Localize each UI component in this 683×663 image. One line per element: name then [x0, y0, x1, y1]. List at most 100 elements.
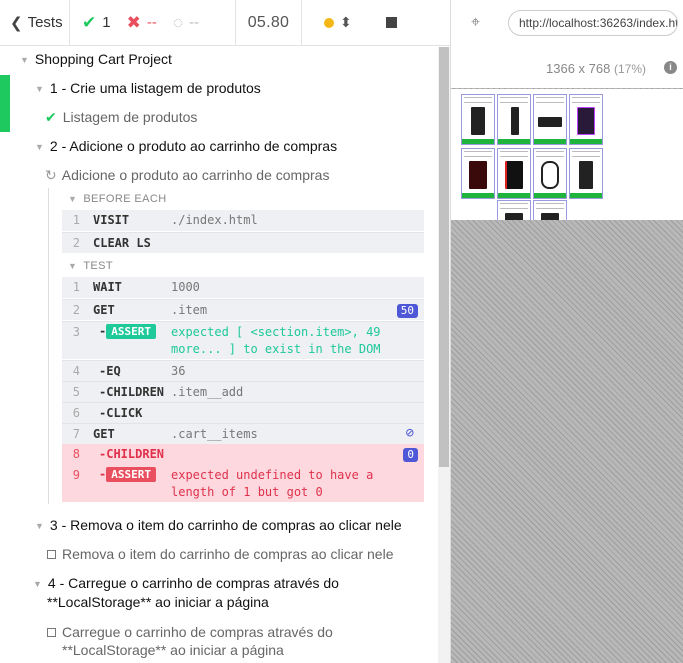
- command-message: expected undefined to have a: [171, 468, 374, 482]
- eye-slash-icon[interactable]: ⊘: [406, 425, 414, 441]
- command-name: -CHILDREN: [99, 385, 165, 399]
- command-row[interactable]: 2 GET .item 50: [62, 299, 424, 320]
- product-card: [461, 148, 495, 199]
- x-icon: ✖: [126, 12, 141, 32]
- command-row[interactable]: 2 CLEAR LS: [62, 232, 424, 253]
- product-card: [497, 148, 531, 199]
- reporter-header: ❮ Tests ✔ 1 ✖ -- ◌ -- 05.80 ⬍: [0, 0, 450, 46]
- command-row-failed[interactable]: 8 -CHILDREN 0: [62, 444, 424, 465]
- aut-panel: ⌖ http://localhost:36263/index.html 1366…: [450, 0, 683, 663]
- command-name: -CHILDREN: [99, 447, 165, 461]
- duration: 05.80: [236, 0, 302, 46]
- test-title: Remova o item do carrinho de compras ao …: [62, 546, 394, 562]
- suite-2[interactable]: ▼ 2 - Adicione o produto ao carrinho de c…: [35, 138, 337, 154]
- commands-rail: [48, 188, 49, 504]
- before-each-hook[interactable]: ▼ BEFORE EACH: [68, 193, 167, 205]
- check-icon: ✔: [82, 12, 97, 32]
- command-number: 7: [72, 427, 80, 441]
- suite-3[interactable]: ▼ 3 - Remova o item do carrinho de compra…: [35, 517, 402, 533]
- test-title: Carregue o carrinho de compras através d…: [62, 624, 333, 640]
- product-card: [569, 94, 603, 145]
- command-name: GET: [93, 427, 115, 441]
- test-4-line2: **LocalStorage** ao iniciar a página: [62, 642, 284, 658]
- root-suite[interactable]: ▼ Shopping Cart Project: [20, 51, 172, 67]
- checkbox-icon: [47, 550, 56, 559]
- reporter-scrollbar-thumb[interactable]: [439, 47, 449, 467]
- info-icon[interactable]: i: [664, 61, 677, 74]
- test-3[interactable]: Remova o item do carrinho de compras ao …: [47, 546, 394, 562]
- updown-arrows-icon[interactable]: ⬍: [340, 14, 352, 31]
- command-number: 1: [72, 213, 80, 227]
- reporter-panel: ❮ Tests ✔ 1 ✖ -- ◌ -- 05.80 ⬍ ▼ Shopping…: [0, 0, 450, 663]
- element-count-badge: 50: [396, 304, 418, 318]
- command-message: more... ] to exist in the DOM: [171, 342, 381, 356]
- command-row[interactable]: 5 -CHILDREN .item__add: [62, 381, 424, 402]
- command-message: .item: [171, 303, 208, 317]
- product-card: [461, 94, 495, 145]
- command-message: ./index.html: [171, 213, 258, 227]
- product-card: [533, 200, 567, 220]
- command-message: 36: [171, 364, 186, 378]
- suite-1[interactable]: ▼ 1 - Crie uma listagem de produtos: [35, 80, 261, 96]
- caret-down-icon: ▼: [20, 55, 29, 66]
- running-dot-icon: [324, 17, 334, 28]
- suite-title: 4 - Carregue o carrinho de compras atrav…: [47, 575, 339, 591]
- checkbox-icon: [47, 628, 56, 637]
- product-card: [533, 94, 567, 145]
- caret-down-icon: ▼: [35, 521, 44, 532]
- failed-stat: ✖ --: [127, 13, 157, 33]
- passed-count: 1: [102, 14, 111, 31]
- assert-tag: ASSERT: [106, 467, 156, 482]
- command-name: GET: [93, 303, 115, 317]
- command-row[interactable]: 6 -CLICK: [62, 402, 424, 423]
- test-4[interactable]: Carregue o carrinho de compras através d…: [47, 624, 333, 640]
- command-row[interactable]: 3 - ASSERT expected [ <section.item>, 49 …: [62, 321, 424, 359]
- command-name: CLEAR LS: [93, 236, 151, 250]
- viewport-info: 1366 x 768 (17%): [546, 61, 646, 76]
- suite-title: 1 - Crie uma listagem de produtos: [49, 80, 261, 96]
- tests-back-button[interactable]: ❮ Tests: [0, 0, 70, 46]
- command-name: VISIT: [93, 213, 130, 227]
- command-number: 2: [72, 303, 80, 317]
- hook-label: TEST: [83, 260, 114, 272]
- command-name: - ASSERT: [99, 324, 156, 339]
- product-card: [497, 94, 531, 145]
- command-row[interactable]: 1 VISIT ./index.html: [62, 210, 424, 231]
- suite-4[interactable]: ▼ 4 - Carregue o carrinho de compras atra…: [33, 575, 339, 591]
- caret-down-icon: ▼: [35, 84, 44, 95]
- suite-title: 2 - Adicione o produto ao carrinho de co…: [49, 138, 338, 154]
- command-name: -EQ: [99, 364, 121, 378]
- active-indicator: [0, 75, 10, 132]
- viewport-size: 1366 x 768: [546, 61, 611, 76]
- test-2[interactable]: ↻ Adicione o produto ao carrinho de compr…: [45, 167, 329, 184]
- command-name: - ASSERT: [99, 467, 156, 482]
- url-field[interactable]: http://localhost:36263/index.html: [508, 10, 678, 36]
- refresh-icon: ↻: [45, 167, 57, 183]
- product-card: [497, 200, 531, 220]
- app-preview-frame[interactable]: [451, 89, 683, 220]
- command-number: 6: [72, 406, 80, 420]
- command-number: 1: [72, 280, 80, 294]
- element-count-badge: 0: [403, 448, 418, 462]
- pending-stat: ◌ --: [173, 13, 199, 33]
- chevron-left-icon: ❮: [10, 14, 23, 32]
- test-title: **LocalStorage** ao iniciar a página: [62, 642, 284, 658]
- test-1[interactable]: ✔ Listagem de produtos: [45, 109, 197, 126]
- passed-stat: ✔ 1: [82, 13, 111, 33]
- command-message: 1000: [171, 280, 200, 294]
- failed-count: --: [146, 14, 157, 31]
- command-number: 4: [72, 364, 80, 378]
- command-row-failed[interactable]: 9 - ASSERT expected undefined to have a l…: [62, 465, 424, 502]
- caret-down-icon: ▼: [68, 261, 78, 272]
- command-row[interactable]: 1 WAIT 1000: [62, 277, 424, 298]
- command-row[interactable]: 4 -EQ 36: [62, 360, 424, 381]
- stop-icon[interactable]: [385, 17, 397, 28]
- runnables-list: ▼ Shopping Cart Project ▼ 1 - Crie uma lis…: [0, 47, 438, 663]
- test-hook[interactable]: ▼ TEST: [68, 260, 113, 272]
- command-row[interactable]: 7 GET .cart__items ⊘: [62, 423, 424, 444]
- crosshair-icon[interactable]: ⌖: [471, 14, 480, 32]
- assert-tag: ASSERT: [106, 324, 156, 339]
- aut-header: ⌖ http://localhost:36263/index.html 1366…: [451, 0, 683, 88]
- command-number: 2: [72, 236, 80, 250]
- suite-4-line2: **LocalStorage** ao iniciar a página: [47, 594, 269, 610]
